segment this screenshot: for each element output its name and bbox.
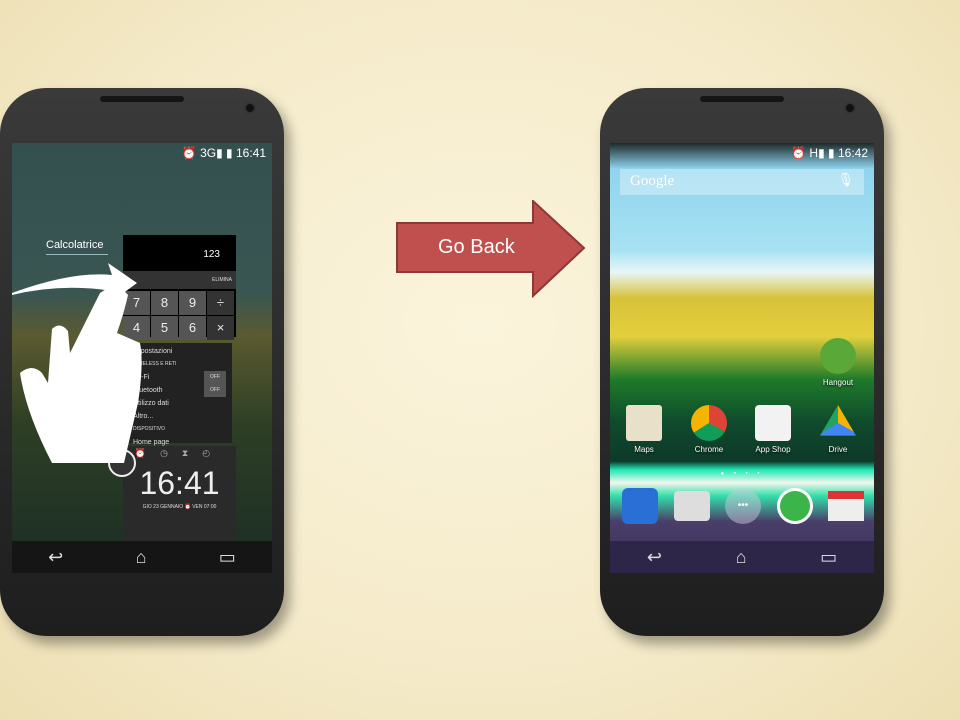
page-indicator: ● • • • (720, 471, 764, 477)
key[interactable]: ÷ (207, 291, 234, 315)
nav-bar: ↩ ⌂ ▭ (12, 541, 272, 573)
app-drawer-icon[interactable]: ••• (725, 488, 761, 524)
status-time: 16:41 (235, 146, 266, 160)
app-label: Maps (634, 445, 654, 454)
clock-alarm: VEN 07:00 (192, 504, 217, 510)
recents-button-icon[interactable]: ▭ (820, 547, 837, 568)
search-placeholder: Google (630, 173, 675, 189)
key[interactable]: 8 (151, 291, 178, 315)
calc-delete[interactable]: ELIMINA (212, 277, 232, 283)
back-button-icon[interactable]: ↩ (48, 547, 63, 568)
phone-icon[interactable] (622, 488, 658, 524)
clock-date: GIO 23 GENNAIO (142, 504, 184, 510)
app-label: Drive (828, 445, 848, 454)
home-button-icon[interactable]: ⌂ (136, 547, 147, 568)
home-screen: ⏰ H▮ ▮ 16:42 Google 🎙 Hangout Maps Chrome… (610, 143, 874, 573)
nav-bar: ↩ ⌂ ▭ (610, 541, 874, 573)
app-label: Chrome (694, 445, 724, 454)
speaker (100, 96, 184, 102)
hangout-icon (820, 338, 856, 374)
recents-button-icon[interactable]: ▭ (219, 547, 236, 568)
gmail-icon[interactable] (828, 491, 864, 521)
status-bar: ⏰ H▮ ▮ 16:42 (791, 146, 868, 160)
google-search-bar[interactable]: Google 🎙 (620, 169, 864, 195)
app-label: App Shop (755, 445, 791, 454)
calc-display: 123 (203, 249, 220, 260)
drive-icon (820, 405, 856, 436)
front-camera (844, 102, 856, 114)
status-bar: ⏰ 3G▮ ▮ 16:41 (181, 146, 266, 160)
calc-label[interactable]: Calcolatrice (46, 239, 108, 255)
app-hangout[interactable]: Hangout (813, 338, 863, 387)
mic-icon[interactable]: 🎙 (837, 173, 854, 188)
chrome-icon (691, 405, 727, 441)
dock: ••• (622, 488, 864, 524)
app-label: Hangout (822, 378, 854, 387)
speaker (700, 96, 784, 102)
key[interactable]: 6 (179, 316, 206, 340)
arrow-label: Go Back (438, 236, 515, 258)
home-button-icon[interactable]: ⌂ (736, 547, 747, 568)
maps-icon (626, 405, 662, 441)
status-time: 16:42 (837, 146, 868, 160)
key[interactable]: 5 (151, 316, 178, 340)
network: 3G (200, 146, 217, 160)
app-chrome[interactable]: Chrome (684, 405, 734, 454)
app-maps[interactable]: Maps (619, 405, 669, 454)
right-phone: ⏰ H▮ ▮ 16:42 Google 🎙 Hangout Maps Chrome… (600, 88, 884, 636)
whatsapp-icon[interactable] (776, 488, 813, 524)
network: H (809, 146, 819, 160)
app-app-shop[interactable]: App Shop (748, 405, 798, 454)
app-shop-icon (755, 405, 791, 441)
key[interactable]: × (207, 316, 234, 340)
recents-screen: ⏰ 3G▮ ▮ 16:41 Calcolatrice 123 ELIMINA 7… (12, 143, 272, 573)
camera-icon[interactable] (673, 491, 710, 521)
app-drive[interactable]: Drive (813, 405, 863, 454)
toggle[interactable]: OFF (204, 384, 226, 397)
toggle[interactable]: OFF (204, 371, 226, 384)
front-camera (244, 102, 256, 114)
key[interactable]: 9 (179, 291, 206, 315)
swipe-hand-icon (12, 263, 142, 463)
left-phone: ⏰ 3G▮ ▮ 16:41 Calcolatrice 123 ELIMINA 7… (0, 88, 284, 636)
back-button-icon[interactable]: ↩ (647, 547, 662, 568)
